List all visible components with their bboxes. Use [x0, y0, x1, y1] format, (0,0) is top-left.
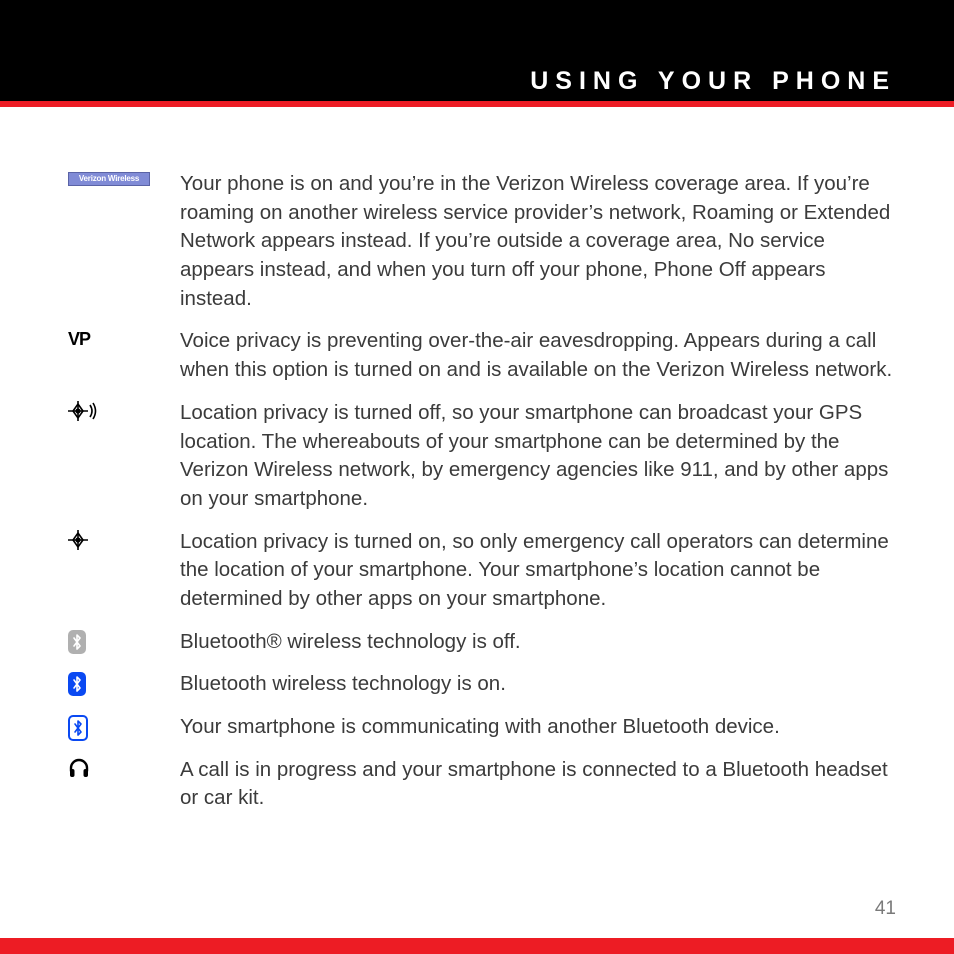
footer-red-bar: [0, 938, 954, 954]
bluetooth-on-icon: [68, 672, 86, 696]
icon-cell: [68, 628, 180, 654]
indicator-text: Your phone is on and you’re in the Veriz…: [180, 170, 896, 313]
bluetooth-off-icon: [68, 630, 86, 654]
indicator-row-carrier: Verizon Wireless Your phone is on and yo…: [68, 170, 896, 313]
indicator-row-location-privacy: Location privacy is turned on, so only e…: [68, 528, 896, 614]
verizon-wireless-icon: Verizon Wireless: [68, 172, 150, 186]
indicator-row-voice-privacy: VP Voice privacy is preventing over-the-…: [68, 327, 896, 384]
location-privacy-icon: [68, 530, 88, 550]
indicator-text: Your smartphone is communicating with an…: [180, 713, 896, 742]
indicator-row-bluetooth-off: Bluetooth® wireless technology is off.: [68, 628, 896, 657]
icon-cell: [68, 713, 180, 741]
page-number: 41: [875, 898, 896, 920]
bluetooth-communicating-icon: [68, 715, 88, 741]
icon-cell: [68, 756, 180, 778]
indicator-text: Bluetooth wireless technology is on.: [180, 670, 896, 699]
indicator-text: Voice privacy is preventing over-the-air…: [180, 327, 896, 384]
indicator-row-bluetooth-on: Bluetooth wireless technology is on.: [68, 670, 896, 699]
indicator-text: Location privacy is turned off, so your …: [180, 399, 896, 514]
indicator-row-location-broadcast: Location privacy is turned off, so your …: [68, 399, 896, 514]
headset-icon: [68, 758, 90, 778]
indicator-text: Location privacy is turned on, so only e…: [180, 528, 896, 614]
page-title: USING YOUR PHONE: [530, 67, 896, 96]
page: USING YOUR PHONE Verizon Wireless Your p…: [0, 0, 954, 954]
header-red-bar: [0, 101, 954, 107]
location-broadcast-icon: [68, 401, 98, 421]
icon-cell: VP: [68, 327, 180, 350]
icon-cell: [68, 399, 180, 421]
icon-cell: [68, 670, 180, 696]
voice-privacy-icon: VP: [68, 329, 90, 349]
indicator-row-bluetooth-communicating: Your smartphone is communicating with an…: [68, 713, 896, 742]
icon-cell: [68, 528, 180, 550]
indicator-text: A call is in progress and your smartphon…: [180, 756, 896, 813]
indicator-row-headset: A call is in progress and your smartphon…: [68, 756, 896, 813]
icon-cell: Verizon Wireless: [68, 170, 180, 191]
indicator-text: Bluetooth® wireless technology is off.: [180, 628, 896, 657]
content: Verizon Wireless Your phone is on and yo…: [68, 170, 896, 827]
